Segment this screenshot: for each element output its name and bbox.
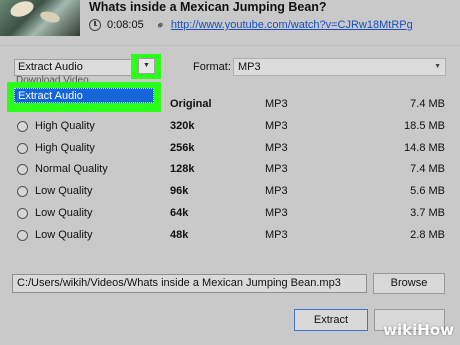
quality-label: Low Quality <box>35 185 93 197</box>
bitrate: 256k <box>170 142 195 154</box>
format-value: MP3 <box>238 61 261 73</box>
quality-row[interactable]: High Quality 320k MP3 18.5 MB <box>0 117 460 139</box>
video-header: Whats inside a Mexican Jumping Bean? 0:0… <box>0 0 460 46</box>
quality-row[interactable]: Normal Quality 128k MP3 7.4 MB <box>0 160 460 182</box>
clock-icon <box>89 19 101 31</box>
watermark-how: How <box>417 321 454 339</box>
format-cell: MP3 <box>265 229 288 241</box>
quality-row[interactable]: Original MP3 7.4 MB <box>0 95 460 117</box>
format-select[interactable]: MP3 ▼ <box>233 58 446 76</box>
format-cell: MP3 <box>265 120 288 132</box>
video-url-link[interactable]: http://www.youtube.com/watch?v=CJRw18MtR… <box>171 19 413 31</box>
quality-row[interactable]: Low Quality 64k MP3 3.7 MB <box>0 204 460 226</box>
quality-label: High Quality <box>35 120 95 132</box>
format-cell: MP3 <box>265 98 288 110</box>
quality-radio[interactable] <box>17 230 28 241</box>
quality-label: Low Quality <box>35 207 93 219</box>
bitrate: 128k <box>170 163 195 175</box>
chevron-down-icon: ▼ <box>434 63 441 70</box>
bitrate: 96k <box>170 185 189 197</box>
output-path-input[interactable]: C:/Users/wikih/Videos/Whats inside a Mex… <box>12 274 367 293</box>
bitrate: Original <box>170 98 212 110</box>
bitrate: 48k <box>170 229 189 241</box>
file-size: 18.5 MB <box>404 120 445 132</box>
header-divider <box>0 45 460 46</box>
format-cell: MP3 <box>265 207 288 219</box>
browse-button[interactable]: Browse <box>373 273 445 294</box>
quality-radio[interactable] <box>17 186 28 197</box>
quality-radio[interactable] <box>17 164 28 175</box>
quality-radio[interactable] <box>17 121 28 132</box>
bean-shape <box>8 0 36 20</box>
file-size: 3.7 MB <box>410 207 445 219</box>
format-label: Format: <box>193 61 231 73</box>
link-icon: ⚭ <box>153 17 169 33</box>
chevron-down-icon: ▼ <box>143 62 150 69</box>
file-size: 5.6 MB <box>410 185 445 197</box>
quality-row[interactable]: Low Quality 48k MP3 2.8 MB <box>0 226 460 248</box>
format-cell: MP3 <box>265 163 288 175</box>
file-size: 14.8 MB <box>404 142 445 154</box>
watermark-wiki: wiki <box>383 321 418 339</box>
quality-row[interactable]: High Quality 256k MP3 14.8 MB <box>0 139 460 161</box>
extract-button[interactable]: Extract <box>294 309 368 331</box>
video-thumbnail <box>0 0 80 36</box>
quality-radio[interactable] <box>17 208 28 219</box>
file-size: 7.4 MB <box>410 163 445 175</box>
quality-radio[interactable] <box>17 143 28 154</box>
file-size: 2.8 MB <box>410 229 445 241</box>
mode-dropdown-button[interactable]: ▼ <box>138 58 155 74</box>
quality-label: Low Quality <box>35 229 93 241</box>
watermark-logo: wikiHow <box>383 321 454 339</box>
quality-row[interactable]: Low Quality 96k MP3 5.6 MB <box>0 182 460 204</box>
video-title: Whats inside a Mexican Jumping Bean? <box>89 0 327 14</box>
quality-label: High Quality <box>35 142 95 154</box>
video-duration: 0:08:05 <box>107 19 144 31</box>
format-cell: MP3 <box>265 185 288 197</box>
bitrate: 64k <box>170 207 189 219</box>
quality-label: Normal Quality <box>35 163 108 175</box>
bean-shape <box>39 9 61 25</box>
bitrate: 320k <box>170 120 195 132</box>
format-cell: MP3 <box>265 142 288 154</box>
video-meta: 0:08:05 ⚭ http://www.youtube.com/watch?v… <box>89 17 413 33</box>
file-size: 7.4 MB <box>410 98 445 110</box>
